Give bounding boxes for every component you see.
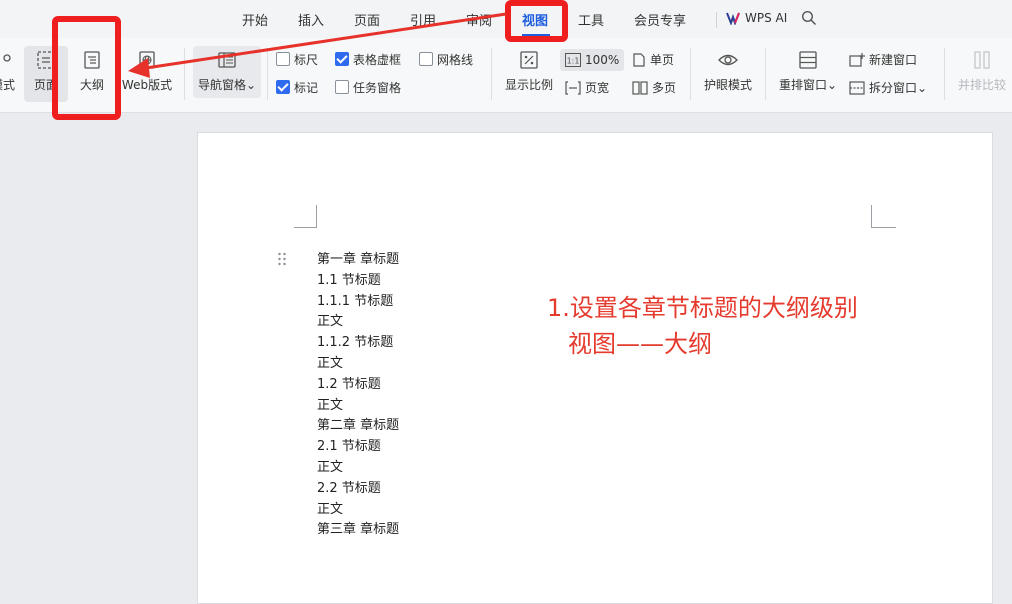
annotation-arrow <box>128 12 507 78</box>
